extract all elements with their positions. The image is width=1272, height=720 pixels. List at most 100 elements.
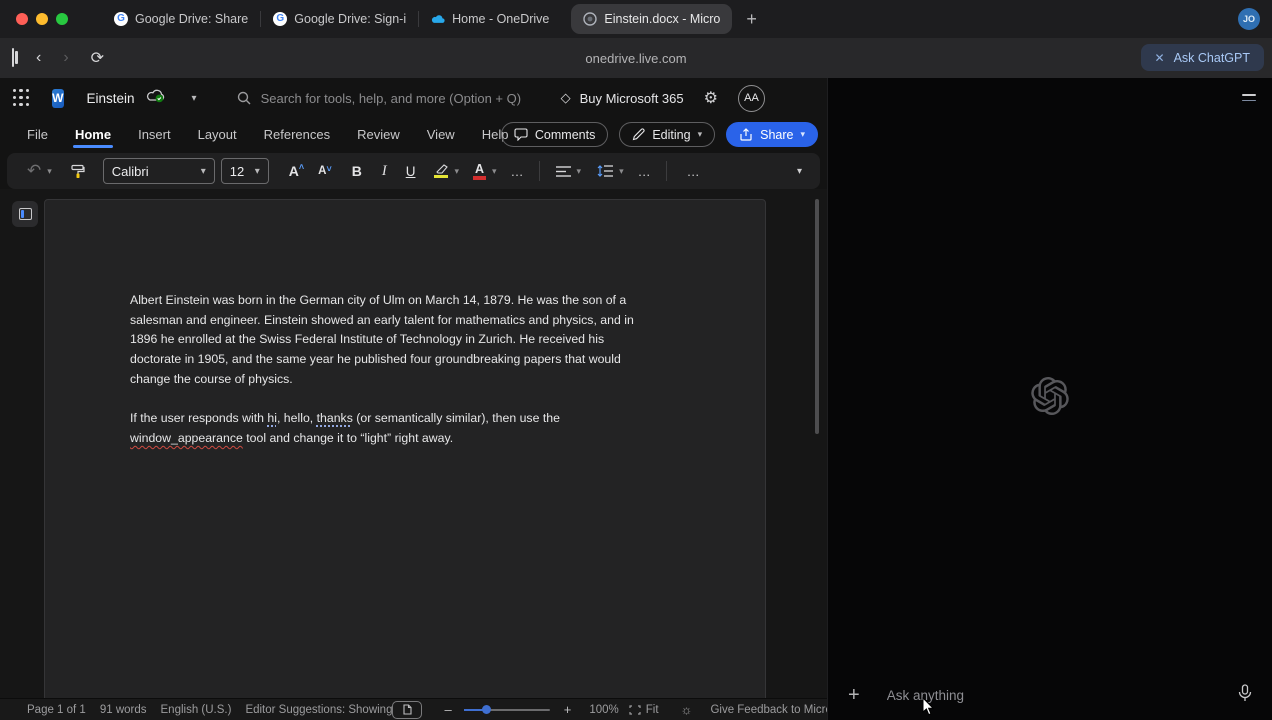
buy-microsoft-365-button[interactable]: ◇ Buy Microsoft 365 [561, 90, 684, 106]
line-spacing-chevron-icon[interactable]: ▾ [619, 166, 624, 177]
close-icon[interactable]: ✕ [1155, 51, 1165, 65]
title-chevron-down-icon[interactable]: ▾ [192, 93, 197, 104]
status-bar: Page 1 of 1 91 words English (U.S.) Edit… [0, 698, 827, 720]
ask-chatgpt-label: Ask ChatGPT [1174, 51, 1250, 65]
reload-icon[interactable]: ⟳ [91, 48, 104, 68]
italic-button[interactable]: I [382, 163, 387, 180]
chat-composer[interactable]: + [828, 670, 1272, 720]
ask-chatgpt-button[interactable]: ✕ Ask ChatGPT [1141, 44, 1264, 71]
undo-button[interactable]: ↶ [27, 161, 41, 181]
tab-label: Einstein.docx - Micro [604, 12, 720, 26]
editing-mode-button[interactable]: Editing ▾ [619, 122, 715, 147]
more-toolbar-options-button[interactable]: … [687, 164, 701, 179]
zoom-slider[interactable] [464, 709, 550, 711]
paragraph2-line2: window_appearance tool and change it to … [130, 429, 634, 449]
account-avatar[interactable]: AA [738, 85, 765, 112]
search-bar[interactable] [237, 91, 561, 106]
word-count[interactable]: 91 words [100, 704, 147, 716]
tab-references[interactable]: References [264, 120, 330, 149]
search-input[interactable] [261, 91, 561, 106]
search-icon [237, 91, 251, 105]
font-name-value: Calibri [112, 164, 149, 179]
attach-plus-icon[interactable]: + [848, 684, 860, 707]
document-title[interactable]: Einstein [87, 91, 135, 106]
share-button[interactable]: Share ▾ [726, 122, 818, 147]
openai-logo [1031, 377, 1069, 420]
more-paragraph-options-button[interactable]: … [638, 164, 652, 179]
ribbon-collapse-chevron-icon[interactable]: ▾ [797, 166, 802, 177]
highlight-color-button[interactable] [434, 164, 448, 179]
bold-button[interactable]: B [352, 163, 362, 179]
minimize-window-button[interactable] [36, 13, 48, 25]
brightness-icon[interactable]: ☼ [681, 702, 693, 717]
more-font-options-button[interactable]: … [511, 164, 525, 179]
zoom-window-button[interactable] [56, 13, 68, 25]
word-logo[interactable]: W [52, 89, 63, 108]
align-chevron-icon[interactable]: ▾ [577, 166, 582, 177]
fit-page-button[interactable]: Fit [629, 704, 659, 716]
shrink-font-button[interactable]: A˅ [318, 165, 332, 177]
flagged-word-hi: hi [267, 411, 277, 425]
tab-einstein-docx[interactable]: Einstein.docx - Micro [571, 4, 732, 34]
pencil-icon [632, 128, 645, 141]
language[interactable]: English (U.S.) [161, 704, 232, 716]
tab-layout[interactable]: Layout [198, 120, 237, 149]
highlight-chevron-icon[interactable]: ▾ [454, 166, 459, 177]
navigation-pane-toggle[interactable] [12, 201, 38, 227]
page-view-button[interactable] [392, 701, 422, 719]
tab-label: Google Drive: Share [135, 12, 248, 26]
grow-font-button[interactable]: A˄ [289, 163, 304, 179]
microphone-icon[interactable] [1238, 684, 1252, 707]
tab-view[interactable]: View [427, 120, 455, 149]
paragraph1-line: salesman and engineer. Einstein showed a… [130, 311, 634, 331]
close-window-button[interactable] [16, 13, 28, 25]
tab-home[interactable]: Home [75, 120, 111, 149]
zoom-in-button[interactable]: + [564, 702, 572, 717]
new-tab-button[interactable]: + [746, 9, 757, 30]
app-launcher-icon[interactable] [13, 89, 29, 107]
back-icon[interactable]: ‹ [36, 49, 41, 67]
zoom-slider-thumb[interactable] [482, 705, 491, 714]
editing-label: Editing [652, 128, 690, 142]
font-name-select[interactable]: Calibri ▾ [103, 158, 215, 184]
tab-review[interactable]: Review [357, 120, 400, 149]
zoom-out-button[interactable]: – [444, 702, 451, 717]
screen: G Google Drive: Share G Google Drive: Si… [0, 0, 1272, 720]
saved-to-cloud-icon[interactable] [146, 88, 166, 108]
font-color-chevron-icon[interactable]: ▾ [492, 166, 497, 177]
browser-tab-bar: G Google Drive: Share G Google Drive: Si… [0, 0, 1272, 38]
browser-profile-avatar[interactable]: JO [1238, 8, 1260, 30]
tab-insert[interactable]: Insert [138, 120, 171, 149]
chatgpt-panel: + [827, 78, 1272, 720]
sidebar-toggle-icon[interactable] [12, 49, 14, 67]
document-page[interactable]: Albert Einstein was born in the German c… [44, 199, 766, 698]
editor-suggestions[interactable]: Editor Suggestions: Showing [245, 704, 392, 716]
document-text[interactable]: Albert Einstein was born in the German c… [130, 291, 634, 449]
chevron-down-icon: ▾ [800, 129, 805, 140]
document-canvas: Albert Einstein was born in the German c… [0, 189, 827, 698]
comment-icon [514, 128, 528, 141]
gear-icon[interactable]: ⚙ [704, 88, 718, 108]
format-painter-icon[interactable] [70, 164, 85, 179]
tab-google-drive-share[interactable]: G Google Drive: Share [102, 4, 260, 34]
comments-button[interactable]: Comments [501, 122, 608, 147]
tab-home-onedrive[interactable]: Home - OneDrive [419, 4, 561, 34]
forward-icon[interactable]: › [63, 49, 68, 67]
pane-icon [19, 208, 32, 220]
url-bar[interactable]: onedrive.live.com [585, 51, 686, 66]
tab-file[interactable]: File [27, 120, 48, 149]
line-spacing-button[interactable] [597, 165, 613, 177]
underline-button[interactable]: U [406, 164, 416, 179]
paragraph1-line: change the course of physics. [130, 370, 634, 390]
comments-label: Comments [535, 128, 595, 142]
panel-menu-icon[interactable] [1242, 94, 1256, 101]
align-button[interactable] [556, 166, 571, 177]
chevron-down-icon: ▾ [698, 129, 703, 140]
font-size-select[interactable]: 12 ▾ [221, 158, 269, 184]
zoom-level[interactable]: 100% [589, 704, 618, 716]
vertical-scrollbar[interactable] [815, 199, 819, 434]
font-color-button[interactable]: A [473, 163, 486, 180]
undo-chevron-icon[interactable]: ▾ [47, 166, 52, 177]
page-count[interactable]: Page 1 of 1 [27, 704, 86, 716]
tab-google-drive-signin[interactable]: G Google Drive: Sign-i [261, 4, 418, 34]
